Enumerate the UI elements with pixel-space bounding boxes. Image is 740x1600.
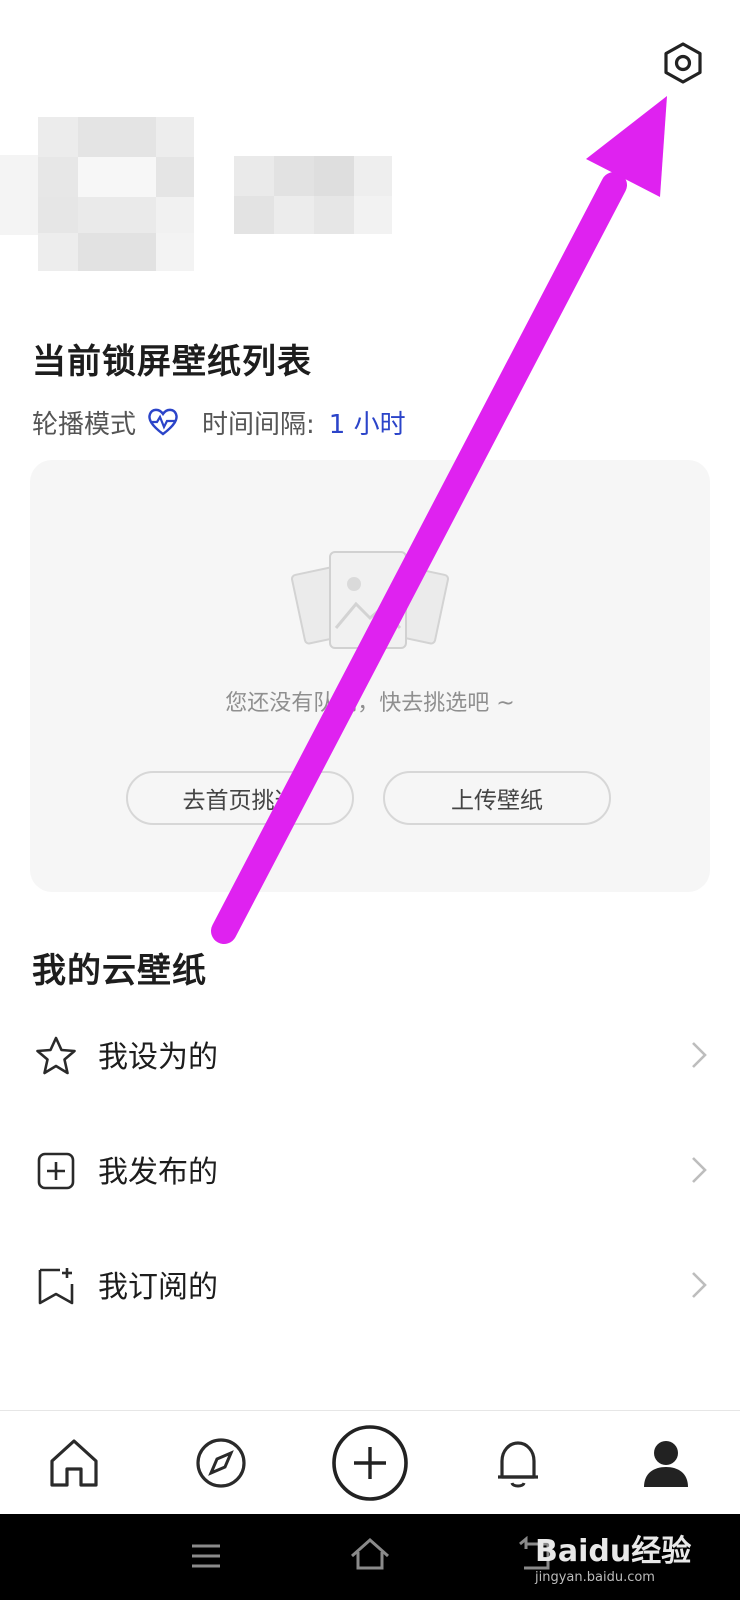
chevron-right-icon	[692, 1272, 707, 1298]
bottom-tab-bar	[0, 1410, 740, 1515]
carousel-mode-label: 轮播模式	[32, 409, 137, 440]
chevron-right-icon	[692, 1042, 707, 1068]
carousel-mode-row[interactable]: 轮播模式 时间间隔: 1 小时	[32, 400, 406, 444]
menu-icon[interactable]	[186, 1536, 226, 1576]
compass-icon[interactable]	[189, 1431, 253, 1495]
list-item-label: 我设为的	[98, 1040, 218, 1075]
cloud-wallpaper-title: 我的云壁纸	[32, 951, 207, 991]
heart-pulse-icon	[148, 408, 178, 436]
empty-queue-text: 您还没有队列，快去挑选吧 ~	[225, 691, 515, 716]
baidu-watermark: Baidu经验 jingyan.baidu.com	[535, 1534, 692, 1585]
profile-name	[234, 156, 392, 236]
pick-from-home-button[interactable]: 去首页挑选	[126, 771, 354, 825]
hexagon-gear-icon	[664, 42, 702, 84]
chevron-right-icon	[692, 1157, 707, 1183]
interval-value[interactable]: 1 小时	[329, 404, 406, 441]
list-item-label: 我订阅的	[98, 1270, 218, 1305]
add-icon[interactable]	[330, 1423, 410, 1503]
bell-icon[interactable]	[486, 1431, 550, 1495]
empty-queue-card	[30, 460, 710, 892]
plus-square-icon	[37, 1152, 75, 1190]
list-item-set-by-me[interactable]: 我设为的	[0, 1002, 740, 1114]
list-item-subscribed[interactable]: 我订阅的	[0, 1232, 740, 1344]
settings-button[interactable]	[660, 40, 706, 86]
lock-wallpaper-title: 当前锁屏壁纸列表	[32, 342, 312, 382]
home-outline-icon[interactable]	[348, 1534, 392, 1574]
upload-wallpaper-button[interactable]: 上传壁纸	[383, 771, 611, 825]
list-item-published-by-me[interactable]: 我发布的	[0, 1117, 740, 1229]
profile-icon[interactable]	[634, 1431, 698, 1495]
list-item-label: 我发布的	[98, 1155, 218, 1190]
interval-label: 时间间隔:	[202, 409, 315, 440]
bookmark-plus-icon	[38, 1268, 74, 1305]
empty-docs-illustration	[290, 551, 450, 649]
star-icon	[36, 1036, 76, 1075]
home-icon[interactable]	[42, 1431, 106, 1495]
profile-avatar[interactable]	[0, 115, 200, 275]
